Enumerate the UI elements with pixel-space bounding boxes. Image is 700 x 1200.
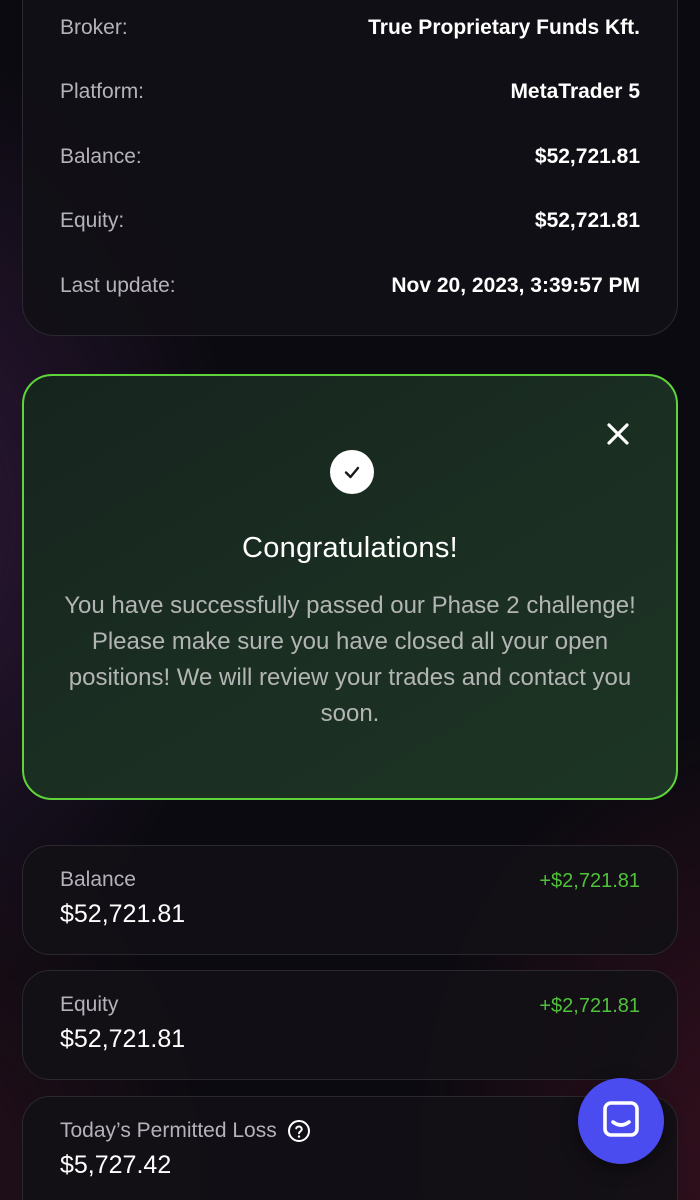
notice-title: Congratulations! <box>242 532 458 564</box>
detail-row-broker: Broker: True Proprietary Funds Kft. <box>60 13 640 43</box>
balance-label: Balance <box>60 868 136 891</box>
detail-value: $52,721.81 <box>534 209 640 232</box>
congratulations-notice: Congratulations! You have successfully p… <box>22 374 678 800</box>
detail-value: True Proprietary Funds Kft. <box>368 16 640 39</box>
balance-change: +$2,721.81 <box>539 870 640 892</box>
detail-value: $52,721.81 <box>534 145 640 168</box>
equity-value: $52,721.81 <box>60 1025 186 1053</box>
detail-value: Nov 20, 2023, 3:39:57 PM <box>391 274 640 297</box>
permitted-loss-value: $5,727.42 <box>60 1151 172 1179</box>
detail-row-platform: Platform: MetaTrader 5 <box>60 77 640 107</box>
detail-label: Equity: <box>60 209 125 232</box>
detail-label: Last update: <box>60 274 176 297</box>
detail-row-equity: Equity: $52,721.81 <box>60 206 640 236</box>
stat-label: Balance <box>60 868 136 892</box>
balance-card: Balance $52,721.81 +$2,721.81 <box>22 845 678 955</box>
stat-label: Equity <box>60 993 118 1017</box>
notice-message: You have successfully passed our Phase 2… <box>64 592 636 727</box>
equity-card: Equity $52,721.81 +$2,721.81 <box>22 970 678 1080</box>
detail-row-balance: Balance: $52,721.81 <box>60 142 640 172</box>
detail-label: Broker: <box>60 16 128 39</box>
detail-row-last-update: Last update: Nov 20, 2023, 3:39:57 PM <box>60 271 640 301</box>
detail-label: Balance: <box>60 145 142 168</box>
balance-value: $52,721.81 <box>60 900 186 928</box>
chat-icon <box>601 1099 641 1144</box>
detail-value: MetaTrader 5 <box>510 80 640 103</box>
equity-change: +$2,721.81 <box>539 995 640 1017</box>
account-details-card: Broker: True Proprietary Funds Kft. Plat… <box>22 0 678 336</box>
detail-label: Platform: <box>60 80 145 103</box>
equity-label: Equity <box>60 993 119 1016</box>
check-icon <box>330 450 374 494</box>
stat-label: Today’s Permitted Loss <box>60 1119 311 1143</box>
permitted-loss-label: Today’s Permitted Loss <box>60 1119 277 1142</box>
chat-launcher-button[interactable] <box>578 1078 664 1164</box>
close-icon[interactable] <box>604 420 632 448</box>
question-circle-icon[interactable] <box>287 1119 311 1143</box>
